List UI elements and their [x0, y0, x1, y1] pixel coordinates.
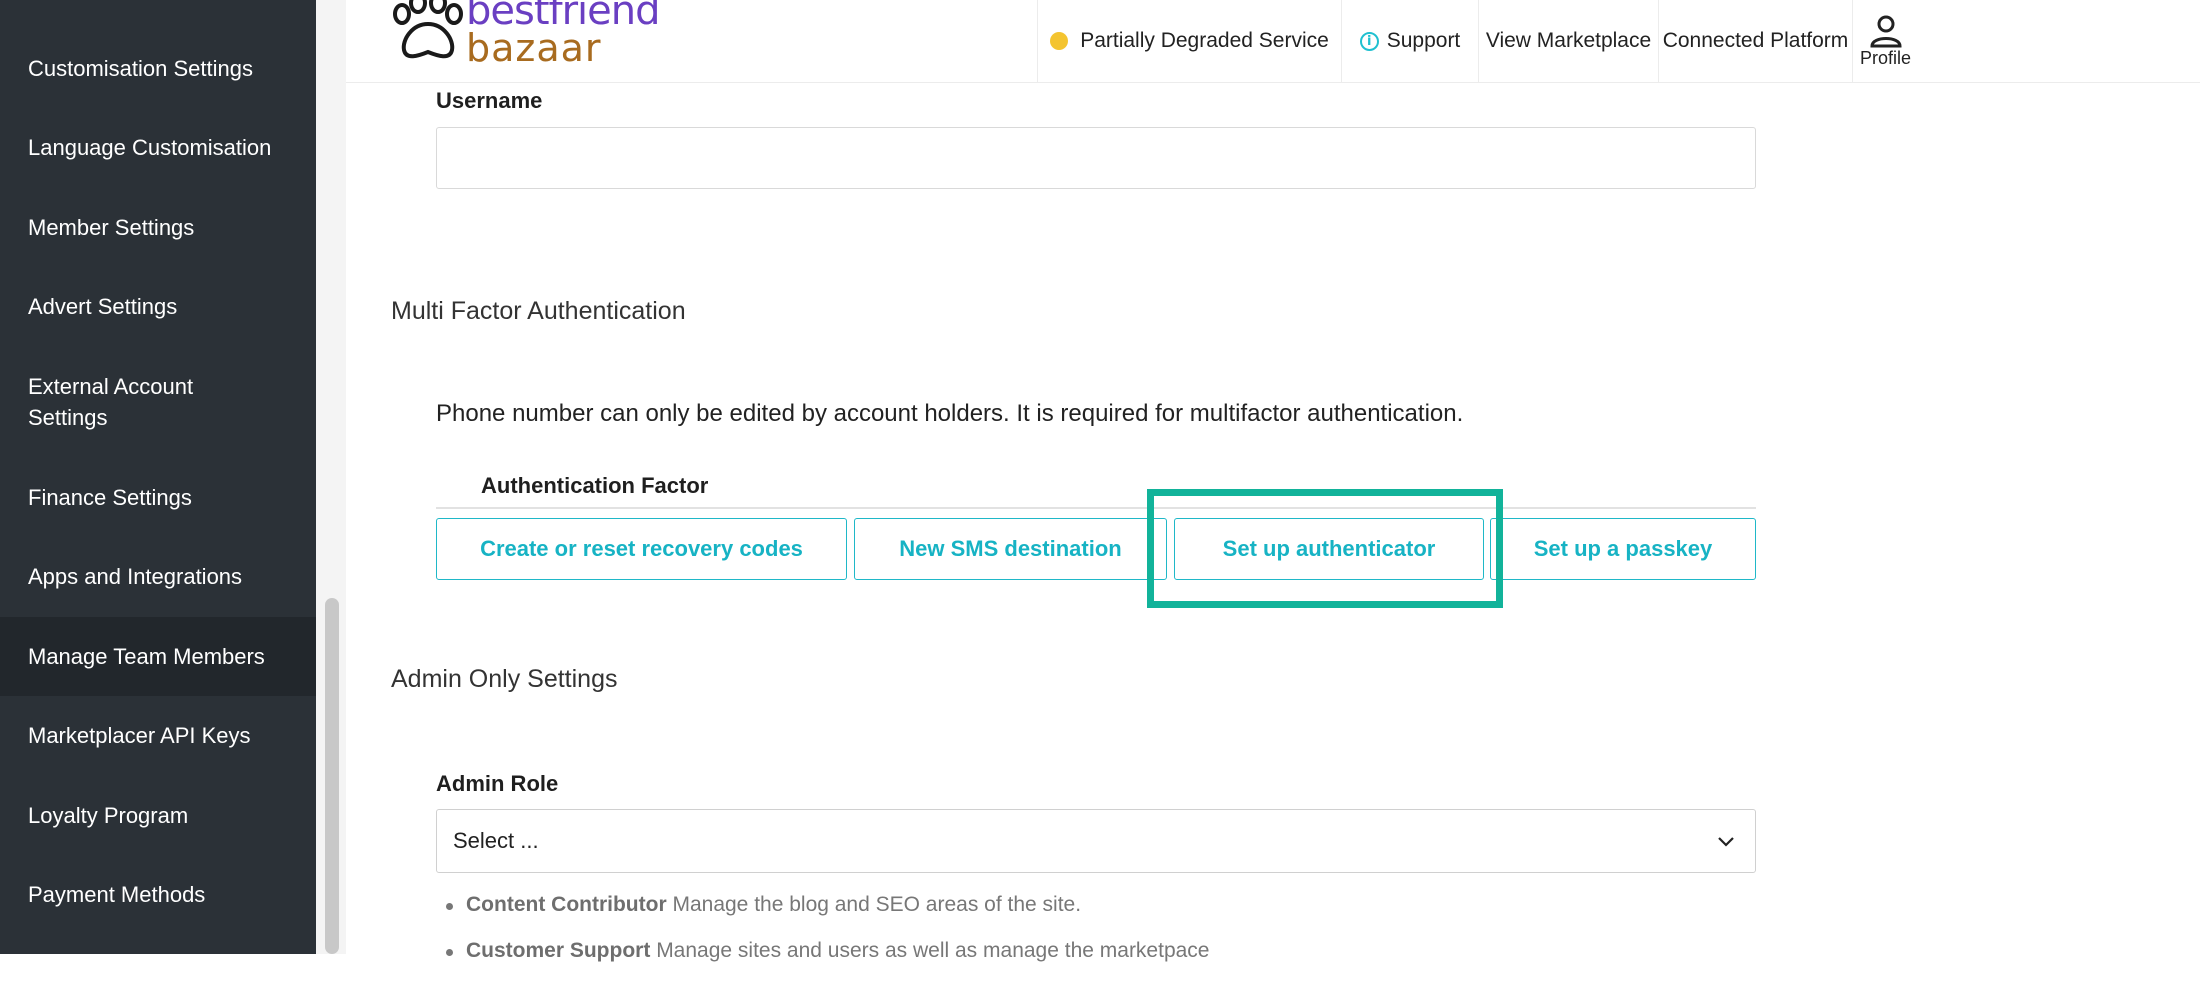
sidebar: Customisation Settings Language Customis…: [0, 0, 316, 954]
auth-factor-header: Authentication Factor: [481, 473, 709, 498]
scrollbar-thumb[interactable]: [325, 598, 339, 954]
sidebar-item-label: Finance Settings: [28, 485, 192, 510]
new-sms-destination-button[interactable]: New SMS destination: [854, 518, 1167, 580]
role-name: Customer Support: [466, 939, 651, 962]
sidebar-item-label: Loyalty Program: [28, 803, 189, 828]
view-marketplace-link[interactable]: View Marketplace: [1478, 0, 1658, 82]
sidebar-item-member-settings[interactable]: Member Settings: [0, 212, 316, 243]
mfa-section-title: Multi Factor Authentication: [391, 297, 686, 325]
support-link[interactable]: i Support: [1341, 0, 1478, 82]
mfa-note: Phone number can only be edited by accou…: [436, 400, 1464, 427]
sidebar-item-marketplacer-api-keys[interactable]: Marketplacer API Keys: [0, 720, 316, 751]
profile-label: Profile: [1859, 47, 1912, 68]
sidebar-item-label: Payment Methods: [28, 882, 206, 907]
sidebar-item-label: External Account Settings: [28, 374, 194, 430]
sidebar-item-customisation-settings[interactable]: Customisation Settings: [0, 53, 316, 84]
logo-text-line2: bazaar: [466, 26, 602, 70]
admin-role-select[interactable]: Select ...: [436, 809, 1756, 873]
role-name: Content Contributor: [466, 893, 667, 916]
table-divider: [436, 507, 1756, 509]
status-dot-icon: [1050, 32, 1069, 50]
sidebar-item-manage-team-members[interactable]: Manage Team Members: [0, 617, 316, 696]
sidebar-item-payment-methods[interactable]: Payment Methods: [0, 879, 316, 910]
sidebar-item-apps-and-integrations[interactable]: Apps and Integrations: [0, 561, 316, 592]
top-header: bestfriend bazaar Partially Degraded Ser…: [346, 0, 2200, 83]
admin-section-title: Admin Only Settings: [391, 665, 618, 693]
sidebar-item-finance-settings[interactable]: Finance Settings: [0, 482, 316, 513]
service-status[interactable]: Partially Degraded Service: [1037, 0, 1341, 82]
admin-role-label: Admin Role: [436, 771, 559, 796]
role-description: Manage the blog and SEO areas of the sit…: [672, 893, 1082, 916]
setup-passkey-button[interactable]: Set up a passkey: [1490, 518, 1756, 580]
sidebar-item-label: Marketplacer API Keys: [28, 723, 251, 748]
sidebar-item-label: Manage Team Members: [28, 644, 265, 669]
admin-role-select-value: Select ...: [453, 828, 539, 853]
sidebar-item-label: Language Customisation: [28, 135, 272, 160]
service-status-label: Partially Degraded Service: [1080, 29, 1329, 52]
setup-authenticator-button[interactable]: Set up authenticator: [1174, 518, 1484, 580]
sidebar-item-label: Member Settings: [28, 215, 195, 240]
user-icon: [1869, 15, 1902, 47]
brand-logo[interactable]: bestfriend bazaar: [388, 0, 678, 70]
role-description: Manage sites and users as well as manage…: [656, 939, 1210, 962]
info-icon: i: [1359, 31, 1379, 51]
sidebar-item-label: Apps and Integrations: [28, 564, 243, 589]
connected-platform-link[interactable]: Connected Platform: [1658, 0, 1852, 82]
sidebar-item-label: Advert Settings: [28, 294, 178, 319]
sidebar-item-label: Customisation Settings: [28, 56, 253, 81]
sidebar-item-advert-settings[interactable]: Advert Settings: [0, 291, 316, 322]
sidebar-item-language-customisation[interactable]: Language Customisation: [0, 132, 316, 163]
view-marketplace-label: View Marketplace: [1485, 29, 1652, 52]
list-item: Content Contributor Manage the blog and …: [446, 893, 1210, 917]
connected-platform-label: Connected Platform: [1662, 29, 1849, 52]
sidebar-item-external-account-settings[interactable]: External Account Settings: [0, 371, 230, 433]
admin-role-descriptions: Content Contributor Manage the blog and …: [446, 893, 1210, 985]
chevron-down-icon: [1718, 837, 1734, 847]
profile-menu[interactable]: Profile: [1852, 0, 1918, 82]
username-input[interactable]: [436, 127, 1756, 189]
recovery-codes-button[interactable]: Create or reset recovery codes: [436, 518, 847, 580]
list-item: Customer Support Manage sites and users …: [446, 939, 1210, 963]
username-label: Username: [436, 88, 543, 113]
sidebar-item-loyalty-program[interactable]: Loyalty Program: [0, 800, 316, 831]
support-label: Support: [1386, 29, 1461, 52]
